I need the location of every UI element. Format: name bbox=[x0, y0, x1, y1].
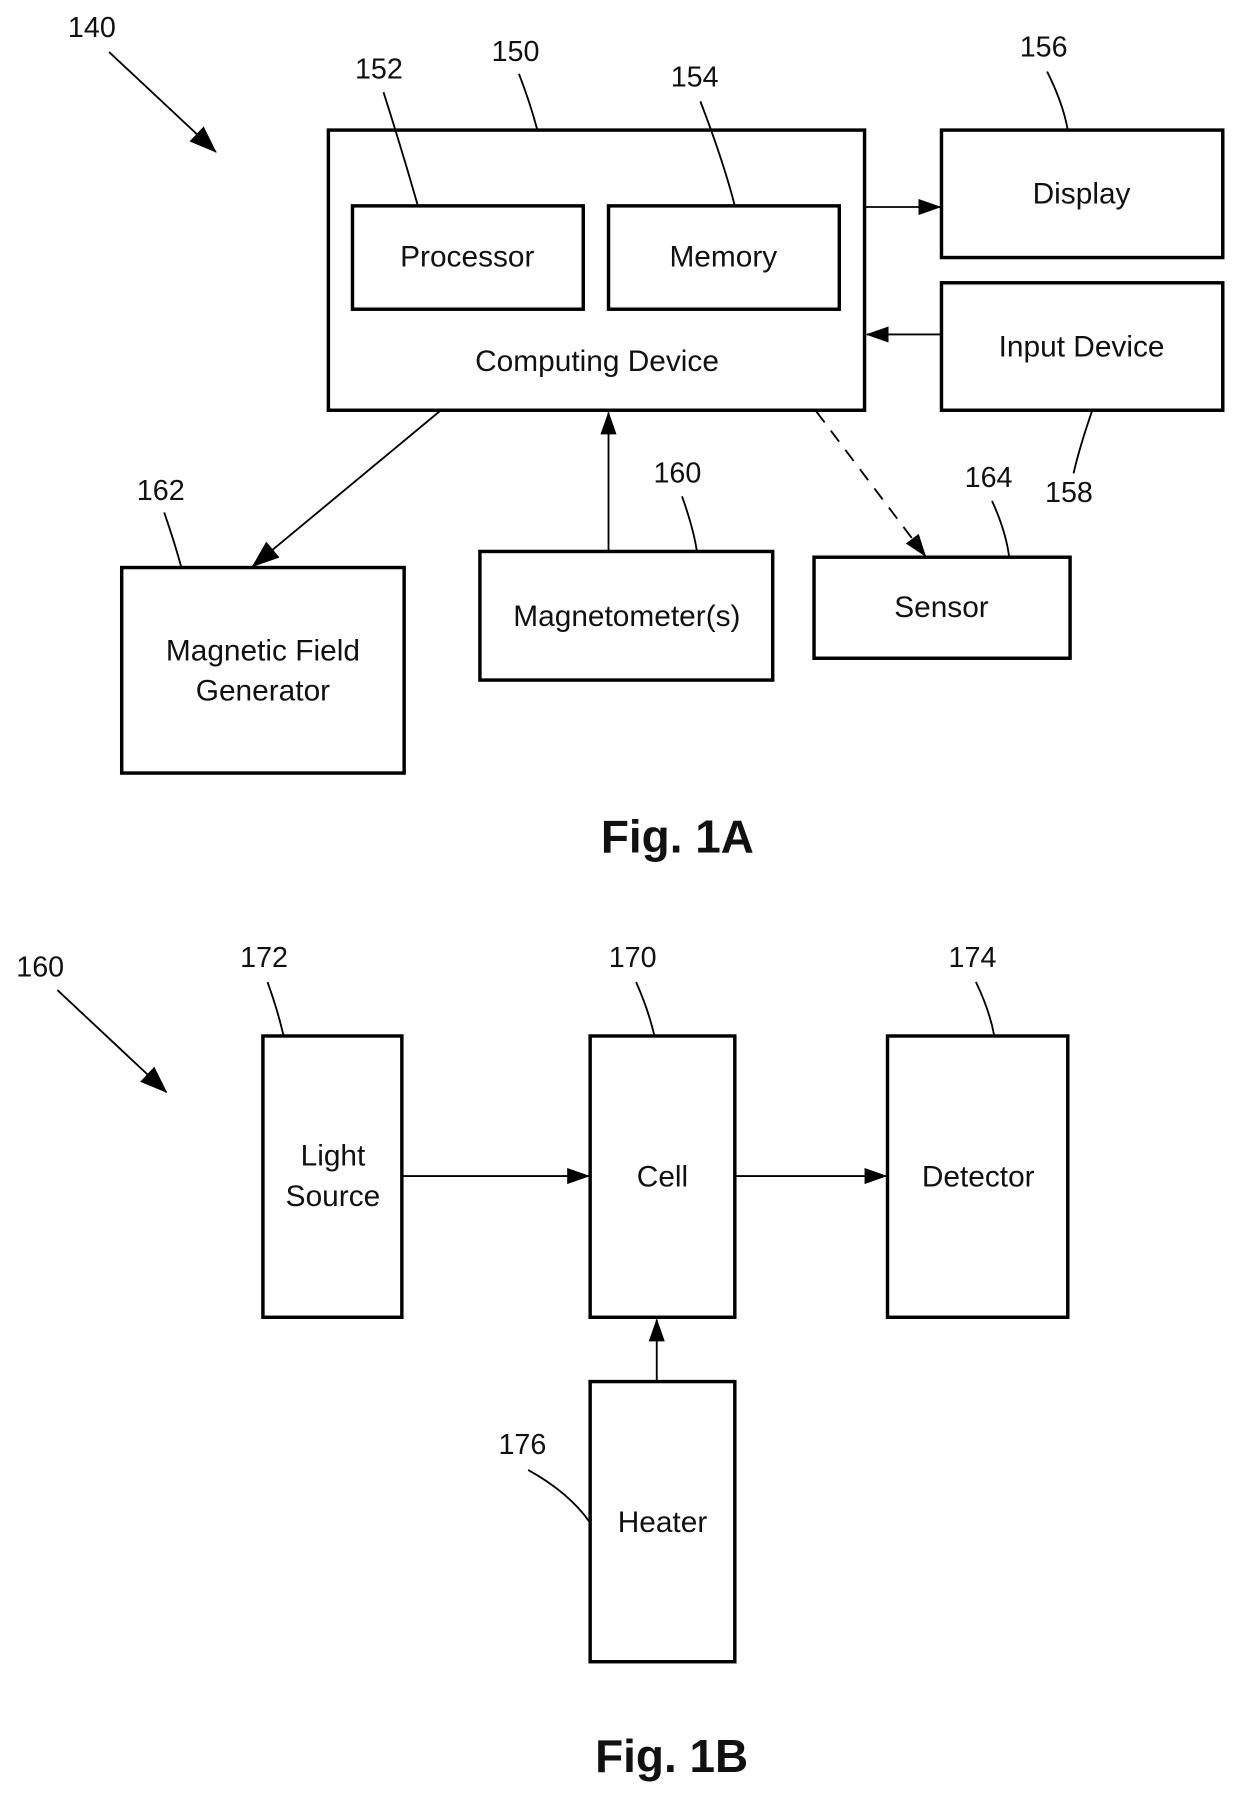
magnetic-field-generator-label-line2: Generator bbox=[196, 675, 330, 708]
figure-1a-caption: Fig. 1A bbox=[601, 810, 754, 862]
ref-162-label: 162 bbox=[137, 475, 185, 507]
cell-block: Cell bbox=[588, 1034, 737, 1319]
light-source-block: Light Source bbox=[261, 1034, 404, 1319]
ref-154-label: 154 bbox=[671, 61, 719, 93]
magnetometers-label: Magnetometer(s) bbox=[513, 600, 740, 633]
ref-156-leader bbox=[1046, 71, 1069, 131]
ref-158-label: 158 bbox=[1045, 477, 1093, 509]
ref-172-leader bbox=[266, 981, 285, 1037]
ref-150-leader bbox=[518, 73, 539, 131]
arrow-computing-to-sensor-dashed-icon bbox=[815, 410, 927, 557]
ref-150-label: 150 bbox=[492, 36, 540, 68]
ref-140-label: 140 bbox=[68, 12, 116, 44]
computing-device-label: Computing Device bbox=[475, 345, 719, 378]
processor-label: Processor bbox=[400, 241, 534, 274]
ref-160-system-label: 160 bbox=[16, 951, 64, 983]
light-source-label-line1: Light bbox=[301, 1140, 366, 1173]
memory-label: Memory bbox=[669, 241, 777, 274]
cell-label: Cell bbox=[637, 1160, 688, 1193]
magnetic-field-generator-block: Magnetic Field Generator bbox=[119, 565, 406, 775]
memory-block: Memory bbox=[606, 204, 842, 311]
ref-164-label: 164 bbox=[965, 462, 1013, 494]
ref-176-leader bbox=[527, 1469, 591, 1524]
ref-170-label: 170 bbox=[609, 942, 657, 974]
ref-160-label: 160 bbox=[653, 458, 701, 490]
ref-174-label: 174 bbox=[949, 942, 997, 974]
figure-1a: 140 Computing Device 150 Processor 152 M… bbox=[68, 12, 1225, 862]
display-label: Display bbox=[1033, 178, 1131, 211]
detector-label: Detector bbox=[922, 1160, 1035, 1193]
ref-158-leader bbox=[1072, 411, 1093, 474]
figure-1b-caption: Fig. 1B bbox=[595, 1730, 748, 1782]
ref-174-leader bbox=[975, 981, 996, 1037]
arrow-computing-to-generator-icon bbox=[251, 409, 442, 568]
ref-152-label: 152 bbox=[355, 53, 403, 85]
ref-156-label: 156 bbox=[1020, 32, 1068, 64]
ref-164-leader bbox=[991, 500, 1011, 558]
patent-figure-sheet: 140 Computing Device 150 Processor 152 M… bbox=[16, 12, 1225, 1782]
heater-label: Heater bbox=[618, 1506, 708, 1539]
ref-176-label: 176 bbox=[498, 1429, 546, 1461]
ref-160-leader bbox=[681, 496, 698, 552]
input-device-block: Input Device bbox=[939, 281, 1225, 412]
ref-162-leader bbox=[163, 512, 183, 568]
ref-140-arrow-icon bbox=[108, 51, 217, 153]
magnetic-field-generator-label-line1: Magnetic Field bbox=[166, 635, 360, 668]
ref-172-label: 172 bbox=[240, 942, 288, 974]
processor-block: Processor bbox=[350, 204, 585, 311]
detector-block: Detector bbox=[885, 1034, 1070, 1319]
light-source-label-line2: Source bbox=[286, 1180, 381, 1213]
sensor-label: Sensor bbox=[894, 591, 989, 624]
ref-160-arrow-icon bbox=[56, 989, 168, 1094]
magnetometers-block: Magnetometer(s) bbox=[478, 549, 775, 682]
sensor-block: Sensor bbox=[812, 555, 1072, 660]
ref-170-leader bbox=[635, 981, 656, 1037]
heater-block: Heater bbox=[588, 1379, 737, 1664]
display-block: Display bbox=[939, 128, 1225, 260]
input-device-label: Input Device bbox=[999, 330, 1165, 363]
figure-1b: 160 Light Source 172 Cell 170 Detector 1… bbox=[16, 942, 1070, 1782]
